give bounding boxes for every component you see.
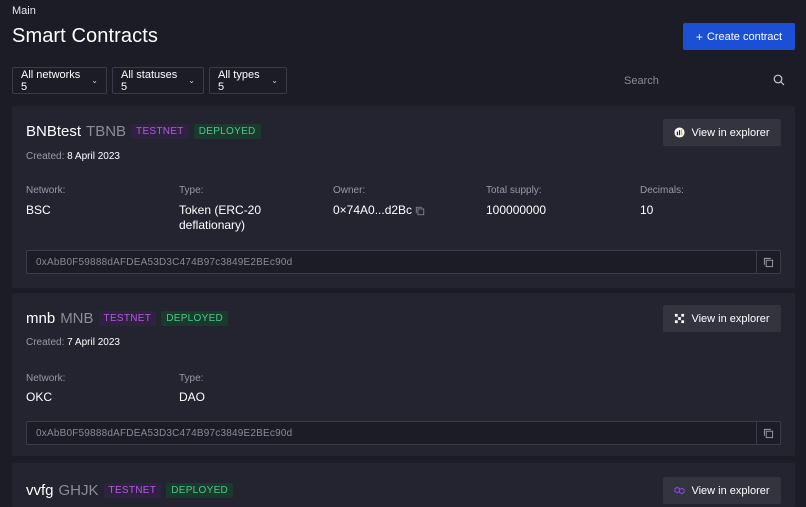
created-date: 7 April 2023 xyxy=(67,337,120,348)
view-in-explorer-label: View in explorer xyxy=(691,312,770,325)
filter-types-label: All types 5 xyxy=(218,68,260,93)
copy-icon[interactable] xyxy=(415,206,425,216)
search-input[interactable] xyxy=(616,74,766,87)
chevron-down-icon: ⌄ xyxy=(271,76,278,85)
type-value: Token (ERC-20 deflationary) xyxy=(179,203,262,232)
contract-symbol: TBNB xyxy=(86,123,127,140)
copy-icon xyxy=(763,257,774,267)
contract-name: vvfg xyxy=(26,482,54,499)
network-value: OKC xyxy=(26,390,53,404)
create-contract-label: Create contract xyxy=(706,30,783,43)
filter-networks[interactable]: All networks 5 ⌄ xyxy=(12,67,107,94)
plus-icon: + xyxy=(695,29,703,44)
contract-address[interactable]: 0xAbB0F59888dAFDEA53D3C474B97c3849E2BEc9… xyxy=(27,428,756,439)
network-label: Network: xyxy=(26,185,66,196)
type-label: Type: xyxy=(179,373,204,384)
view-in-explorer-button[interactable]: View in explorer xyxy=(663,119,781,146)
deployed-badge: DEPLOYED xyxy=(166,483,234,498)
filter-statuses[interactable]: All statuses 5 ⌄ xyxy=(112,67,204,94)
decimals-value: 10 xyxy=(640,203,654,217)
contract-address[interactable]: 0xAbB0F59888dAFDEA53D3C474B97c3849E2BEc9… xyxy=(27,257,756,268)
search-icon[interactable] xyxy=(773,74,785,86)
total-supply-label: Total supply: xyxy=(486,185,542,196)
filter-networks-label: All networks 5 xyxy=(21,68,81,93)
contract-card: vvfg GHJK TESTNET DEPLOYED View in explo… xyxy=(12,463,795,507)
network-label: Network: xyxy=(26,373,66,384)
copy-address-button[interactable] xyxy=(756,251,780,273)
view-in-explorer-label: View in explorer xyxy=(691,126,770,139)
created-label: Created: xyxy=(26,337,65,348)
testnet-badge: TESTNET xyxy=(131,124,189,139)
type-label: Type: xyxy=(179,185,204,196)
owner-value: 0×74A0...d2Bc xyxy=(333,203,413,217)
chevron-down-icon: ⌄ xyxy=(188,76,195,85)
search-box xyxy=(616,67,794,94)
filter-statuses-label: All statuses 5 xyxy=(121,68,178,93)
deployed-badge: DEPLOYED xyxy=(161,311,229,326)
contract-name: BNBtest xyxy=(26,123,82,140)
contract-symbol: MNB xyxy=(60,310,94,327)
chevron-down-icon: ⌄ xyxy=(91,76,98,85)
contract-address-field: 0xAbB0F59888dAFDEA53D3C474B97c3849E2BEc9… xyxy=(26,421,781,445)
copy-icon xyxy=(763,428,774,438)
view-in-explorer-button[interactable]: View in explorer xyxy=(663,477,781,504)
contract-address-field: 0xAbB0F59888dAFDEA53D3C474B97c3849E2BEc9… xyxy=(26,250,781,274)
polygon-icon xyxy=(674,486,686,495)
contract-card: BNBtest TBNB TESTNET DEPLOYED View in ex… xyxy=(12,106,795,288)
okx-icon xyxy=(675,313,685,324)
create-contract-button[interactable]: + Create contract xyxy=(683,23,795,50)
created-date: 8 April 2023 xyxy=(67,151,120,162)
testnet-badge: TESTNET xyxy=(98,311,157,326)
contract-card: mnb MNB TESTNET DEPLOYED View in explore… xyxy=(12,293,795,456)
total-supply-value: 100000000 xyxy=(486,203,547,217)
copy-address-button[interactable] xyxy=(756,422,780,444)
page-title: Smart Contracts xyxy=(12,25,158,47)
view-in-explorer-button[interactable]: View in explorer xyxy=(663,305,781,332)
contract-symbol: GHJK xyxy=(58,482,99,499)
type-value: DAO xyxy=(179,390,206,404)
decimals-label: Decimals: xyxy=(640,185,684,196)
contract-name: mnb xyxy=(26,310,56,327)
owner-label: Owner: xyxy=(333,185,366,196)
deployed-badge: DEPLOYED xyxy=(193,124,261,139)
breadcrumb[interactable]: Main xyxy=(12,5,36,17)
testnet-badge: TESTNET xyxy=(103,483,162,498)
view-in-explorer-label: View in explorer xyxy=(691,484,770,497)
network-value: BSC xyxy=(26,203,51,217)
filter-types[interactable]: All types 5 ⌄ xyxy=(209,67,287,94)
created-label: Created: xyxy=(26,151,65,162)
bscscan-icon xyxy=(674,127,686,138)
